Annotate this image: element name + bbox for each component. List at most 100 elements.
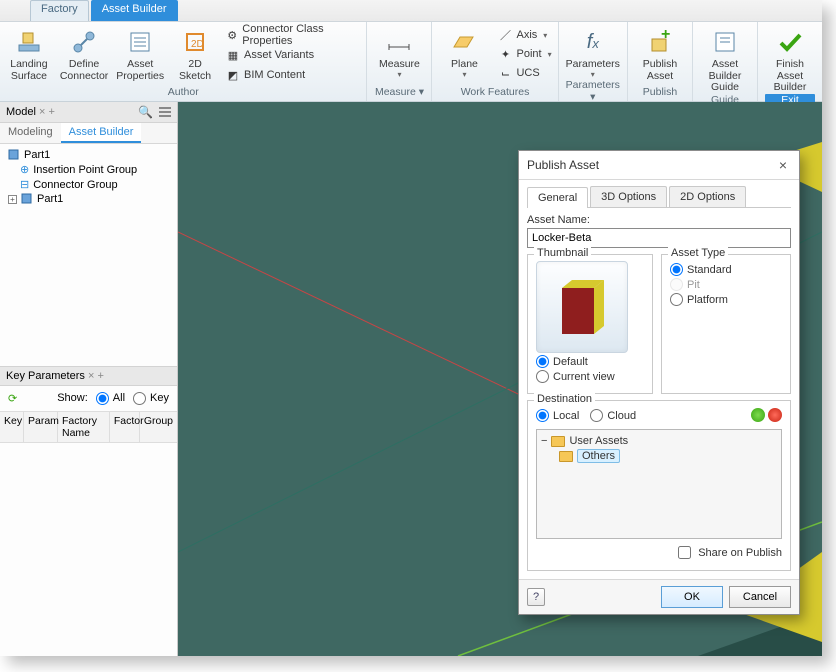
label: Plane xyxy=(451,59,478,71)
asset-builder-guide-button[interactable]: Asset Builder Guide xyxy=(699,26,751,94)
label: Define Connector xyxy=(60,59,108,82)
dest-cloud-radio[interactable]: Cloud xyxy=(590,409,636,422)
parameters-button[interactable]: fx Parameters xyxy=(567,26,619,79)
part-icon xyxy=(8,149,20,161)
label: 2D Sketch xyxy=(172,59,218,82)
subtab-asset-builder[interactable]: Asset Builder xyxy=(61,123,142,143)
guide-icon xyxy=(711,28,739,56)
tab-3d-options[interactable]: 3D Options xyxy=(590,186,667,207)
plane-icon xyxy=(450,28,478,56)
type-pit-radio[interactable]: Pit xyxy=(670,278,782,291)
ok-button[interactable]: OK xyxy=(661,586,723,608)
sketch-2d-icon: 2D xyxy=(181,28,209,56)
plus-icon[interactable]: + xyxy=(49,106,55,118)
search-icon[interactable]: 🔍 xyxy=(138,105,153,119)
dest-local-radio[interactable]: Local xyxy=(536,409,579,422)
tab-2d-options[interactable]: 2D Options xyxy=(669,186,746,207)
publish-icon: + xyxy=(646,28,674,56)
measure-icon xyxy=(385,28,413,56)
axis-button[interactable]: ／ Axis xyxy=(498,26,551,44)
close-icon[interactable]: × xyxy=(88,370,94,382)
ucs-icon: ⌙ xyxy=(498,66,512,80)
plane-button[interactable]: Plane xyxy=(438,26,490,79)
tree-item[interactable]: Connector Group xyxy=(33,179,117,191)
label: Axis xyxy=(516,29,537,41)
plus-icon[interactable]: + xyxy=(97,370,103,382)
destination-tree[interactable]: − User Assets Others xyxy=(536,429,782,539)
cancel-button[interactable]: Cancel xyxy=(729,586,791,608)
svg-text:+: + xyxy=(661,29,670,43)
ribbon: Landing Surface Define Connector Asset P… xyxy=(0,22,822,102)
tree-item[interactable]: Part1 xyxy=(37,193,63,205)
remove-folder-button[interactable] xyxy=(768,408,782,422)
tree-item[interactable]: Insertion Point Group xyxy=(33,164,137,176)
measure-button[interactable]: Measure xyxy=(373,26,425,79)
connector-class-icon: ⚙ xyxy=(226,28,238,42)
label: Publish Asset xyxy=(634,59,686,82)
tree-item-selected[interactable]: Others xyxy=(577,449,620,463)
tree-root[interactable]: Part1 xyxy=(24,149,50,161)
thumbnail-preview xyxy=(536,261,628,353)
ucs-button[interactable]: ⌙UCS xyxy=(498,64,551,82)
tree-root[interactable]: User Assets xyxy=(569,435,628,447)
define-connector-button[interactable]: Define Connector xyxy=(60,26,108,82)
model-tree[interactable]: Part1 ⊕Insertion Point Group ⊟Connector … xyxy=(0,144,177,366)
expand-icon[interactable]: + xyxy=(8,195,17,204)
point-button[interactable]: ✦Point xyxy=(498,45,551,63)
show-all-radio[interactable]: All xyxy=(96,392,125,405)
tab-asset-builder[interactable]: Asset Builder xyxy=(91,0,178,21)
close-icon[interactable]: × xyxy=(39,106,45,118)
label: Point xyxy=(516,48,541,60)
dialog-title: Publish Asset xyxy=(527,158,599,172)
type-standard-radio[interactable]: Standard xyxy=(670,263,782,276)
tab-general[interactable]: General xyxy=(527,187,588,208)
group-author-label: Author xyxy=(168,86,199,99)
model-browser-panel: Model × + 🔍 Modeling Asset Builder Part1… xyxy=(0,102,178,656)
bim-icon: ◩ xyxy=(226,68,240,82)
landing-surface-icon xyxy=(15,28,43,56)
app-tabstrip: Factory Asset Builder xyxy=(0,0,822,22)
show-key-radio[interactable]: Key xyxy=(133,392,169,405)
refresh-icon[interactable]: ⟳ xyxy=(8,392,17,405)
asset-name-field[interactable] xyxy=(527,228,791,248)
part-icon xyxy=(21,193,33,205)
bim-content-button[interactable]: ◩BIM Content xyxy=(226,66,360,84)
help-button[interactable]: ? xyxy=(527,588,545,606)
subtab-modeling[interactable]: Modeling xyxy=(0,123,61,143)
finish-asset-builder-button[interactable]: Finish Asset Builder xyxy=(764,26,816,94)
type-platform-radio[interactable]: Platform xyxy=(670,293,782,306)
2d-sketch-button[interactable]: 2D 2D Sketch xyxy=(172,26,218,82)
connector-class-properties-button[interactable]: ⚙ Connector Class Properties xyxy=(226,26,360,44)
properties-icon xyxy=(126,28,154,56)
asset-properties-button[interactable]: Asset Properties xyxy=(116,26,164,82)
asset-name-label: Asset Name: xyxy=(527,214,791,226)
thumb-current-radio[interactable]: Current view xyxy=(536,370,644,383)
menu-icon[interactable] xyxy=(159,107,171,117)
show-label: Show: xyxy=(57,392,88,404)
close-icon[interactable]: × xyxy=(775,157,791,173)
landing-surface-button[interactable]: Landing Surface xyxy=(6,26,52,82)
destination-legend: Destination xyxy=(534,393,595,405)
collapse-icon[interactable]: − xyxy=(541,435,547,447)
model-panel-title: Model xyxy=(6,106,36,118)
thumbnail-legend: Thumbnail xyxy=(534,247,591,259)
label: Asset Variants xyxy=(244,49,314,61)
group-work-features-label: Work Features xyxy=(461,86,530,99)
asset-variants-button[interactable]: ▦ Asset Variants xyxy=(226,46,360,64)
variants-icon: ▦ xyxy=(226,48,240,62)
label: Connector Class Properties xyxy=(242,23,360,47)
group-measure-label: Measure ▾ xyxy=(375,86,424,99)
tab-factory[interactable]: Factory xyxy=(30,0,89,21)
svg-text:2D: 2D xyxy=(191,39,204,50)
folder-icon xyxy=(551,436,565,447)
label: Measure xyxy=(379,59,420,71)
add-folder-button[interactable] xyxy=(751,408,765,422)
group-parameters-label: Parameters ▾ xyxy=(565,79,621,104)
folder-icon xyxy=(559,451,573,462)
axis-icon: ／ xyxy=(498,28,512,42)
label: Finish Asset Builder xyxy=(764,59,816,94)
publish-asset-button[interactable]: + Publish Asset xyxy=(634,26,686,82)
share-on-publish-checkbox[interactable]: Share on Publish xyxy=(536,543,782,562)
checkmark-icon xyxy=(776,28,804,56)
thumb-default-radio[interactable]: Default xyxy=(536,355,644,368)
